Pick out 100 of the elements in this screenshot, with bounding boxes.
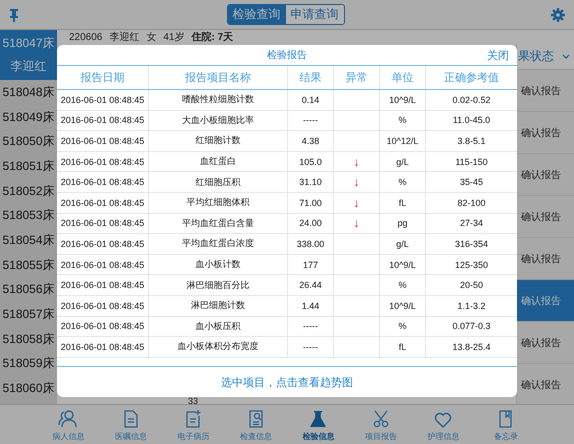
bed-item[interactable]: 518052床 [0,178,57,204]
bed-item[interactable]: 518048床 [0,80,57,105]
table-cell-text: 11.0-45.0 [452,114,492,128]
table-cell: 2016-06-01 08:48:45 [57,296,149,316]
scissors-icon [372,410,389,428]
table-cell: g/L [380,234,426,254]
table-cell: 26.44 [288,275,334,295]
table-cell: % [380,316,426,336]
tab-item[interactable]: 检验信息 [287,405,350,444]
pin-icon[interactable] [8,8,20,22]
table-cell: fL [380,337,426,357]
table-cell: 4.38 [288,131,334,151]
bed-item[interactable]: 518054床 [0,228,57,253]
table-cell: 105.0 [288,152,334,172]
table-cell: 2016-06-01 08:48:45 [57,90,149,110]
trend-link[interactable]: 选中项目，点击查看趋势图 [221,374,353,390]
table-row[interactable]: 2016-06-01 08:48:45 大血小板细胞比率 ----- % 11.0-45.0 [57,110,517,132]
patient-name: 李迎红 [109,30,140,44]
table-cell: ----- [288,337,334,357]
table-cell: 2016-06-01 08:48:45 [57,214,149,234]
table-cell: 血小板体积分布宽度 [149,337,288,357]
down-arrow: ↓ [354,175,360,190]
table-cell: 10^9/L [380,254,426,274]
column-header: 正确参考值 [443,71,500,86]
bed-item[interactable]: 518051床 [0,154,57,179]
document-search-icon [248,410,263,428]
table-cell: 淋巴细胞计数 [149,296,288,316]
table-cell: 33 [188,396,198,406]
down-arrow: ↓ [354,216,360,230]
table-cell-text: 13.8-25.4 [451,340,492,354]
status-cell[interactable]: 确认报告 [517,364,574,406]
table-row[interactable]: 2016-06-01 08:48:45 淋巴细胞百分比 26.44 % 20-50 [57,275,517,296]
table-cell: 338.00 [288,234,334,254]
table-cell: 2016-06-01 08:48:45 [57,192,149,213]
table-cell: 2016-06-01 08:48:45 [57,110,149,130]
status-cell[interactable]: 确认报告 [517,70,574,112]
table-cell: 平均红细胞体积 [149,192,288,213]
table-row[interactable]: 2016-06-01 08:48:45 嗜酸性粒细胞计数 0.14 10^9/L 0.02-0.52 [57,90,517,111]
table-row[interactable]: 2016-06-01 08:48:45 红细胞压积 31.10 ↓ % 35-45 [57,172,517,193]
table-cell: 71.00 [288,192,334,213]
bed-item[interactable]: 518059床 [0,352,57,376]
settings-icon[interactable] [551,8,565,22]
table-row[interactable]: 2016-06-01 08:48:45 血小板压积 ----- % 0.077-0.3 [57,316,517,338]
stay-days: 住院: 7天 [192,30,234,44]
table-cell-text: 0.02-0.52 [451,94,492,107]
table-cell: 10^12/L [380,131,426,151]
table-cell: 红细胞压积 [149,172,288,192]
bed-item[interactable]: 518055床 [0,252,57,278]
table-cell: 31.10 [288,172,334,192]
chevron-icon [562,54,570,59]
table-cell-text: 27-34 [458,217,484,230]
table-row[interactable]: 2016-06-01 08:48:45 红细胞计数 4.38 10^12/L 3.8-5.1 [57,131,517,152]
table-row[interactable]: 2016-06-01 08:48:45 血小板体积分布宽度 ----- fL 13.8-25.4 [57,337,517,358]
bed-item[interactable]: 518049床 [0,104,57,130]
table-cell-text: 82-100 [456,196,487,210]
status-cell[interactable]: 确认报告 [517,154,574,196]
bed-item[interactable]: 518053床 [0,203,57,228]
table-row[interactable]: 2016-06-01 08:48:45 平均红细胞体积 71.00 ↓ fL 82-100 [57,192,517,214]
table-cell: 血小板压积 [149,316,288,336]
bed-item[interactable]: 518058床 [0,326,57,352]
table-cell: ----- [288,316,334,336]
bed-item[interactable]: 518060床 [0,376,57,401]
table-cell: g/L [380,152,426,172]
table-cell: 2016-06-01 08:48:45 [57,172,149,192]
patient-age: 41岁 [163,30,184,44]
table-cell: 淋巴细胞百分比 [149,275,288,295]
patient-id: 220606 [69,32,102,42]
table-row[interactable]: 2016-06-01 08:48:45 平均血红蛋白浓度 338.00 g/L 316-354 [57,234,517,255]
bed-item[interactable]: 518057床 [0,302,57,327]
table-cell: 2016-06-01 08:48:45 [57,275,149,295]
table-cell: 血红蛋白 [149,152,288,172]
table-cell: % [380,110,426,130]
table-cell-text: 316-354 [454,238,490,251]
table-row[interactable]: 2016-06-01 08:48:45 血小板计数 177 10^9/L 125-350 [57,254,517,276]
table-row[interactable]: 2016-06-01 08:48:45 平均血红蛋白含量 24.00 ↓ pg 27-34 [57,214,517,234]
table-cell-text: 115-150 [454,156,489,169]
table-cell: ----- [288,110,334,130]
bed-item[interactable]: 518056床 [0,278,57,302]
table-cell: 红细胞计数 [149,131,288,151]
table-cell: 平均血红蛋白浓度 [149,234,288,254]
status-cell[interactable]: 确认报告 [517,322,574,364]
bed-item[interactable]: 518047床 李迎红 [0,30,57,80]
table-cell: % [380,172,426,192]
table-row[interactable]: 2016-06-01 08:48:45 血红蛋白 105.0 ↓ g/L 115-150 [57,152,517,172]
down-arrow: ↓ [354,154,360,169]
bed-item[interactable]: 518050床 [0,129,57,154]
table-cell: 0.14 [288,90,334,110]
table-cell: 24.00 [288,214,334,234]
document-plus-icon [186,410,201,428]
table-cell: pg [380,214,426,234]
status-cell[interactable]: 确认报告 [517,238,574,280]
table-row[interactable]: 2016-06-01 08:48:45 淋巴细胞计数 1.44 10^9/L 1.1-3.2 [57,296,517,317]
table-cell: 2016-06-01 08:48:45 [57,152,149,172]
close-link[interactable]: 关闭 [487,48,509,63]
status-cell[interactable]: 确认报告 [517,280,574,322]
status-cell[interactable]: 确认报告 [517,196,574,238]
dialog-title: 检验报告 [267,48,307,62]
table-cell: 2016-06-01 08:48:45 [57,337,149,357]
status-cell[interactable]: 确认报告 [517,112,574,154]
table-cell-text: 1.1-3.2 [456,300,487,313]
